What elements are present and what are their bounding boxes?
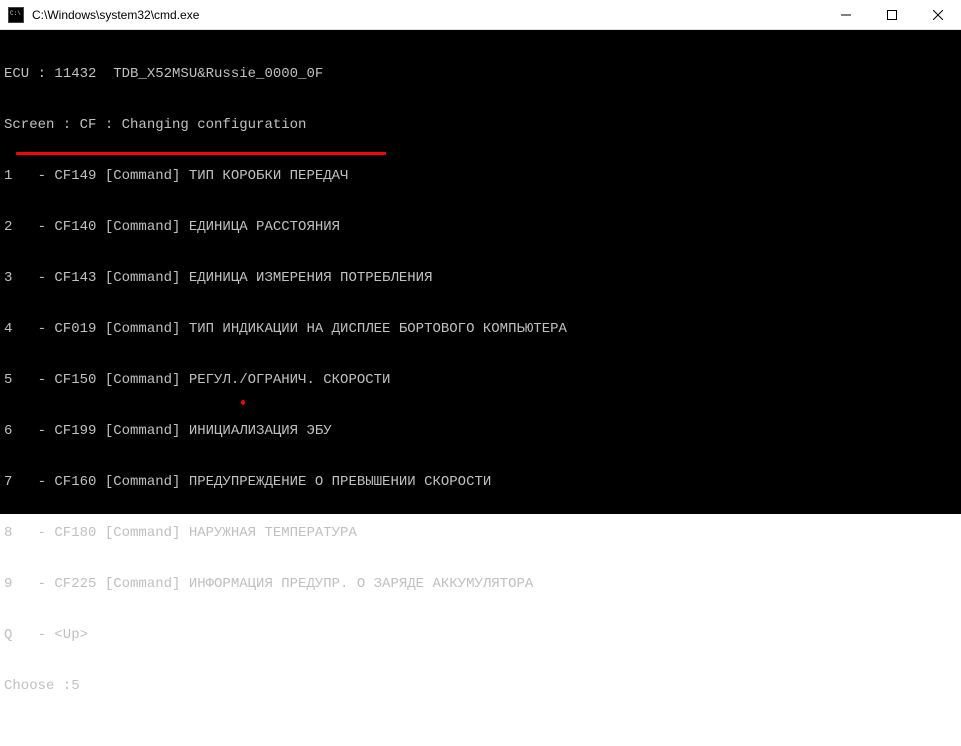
highlight-underline [16, 152, 386, 155]
ecu-line: ECU : 11432 TDB_X52MSU&Russie_0000_0F [4, 66, 957, 83]
menu-item: 7 - CF160 [Command] ПРЕДУПРЕЖДЕНИЕ О ПРЕ… [4, 474, 957, 491]
maximize-button[interactable] [869, 0, 915, 29]
window-controls [823, 0, 961, 29]
choose-prompt: Choose :5 [4, 678, 957, 695]
menu-item: 9 - CF225 [Command] ИНФОРМАЦИЯ ПРЕДУПР. … [4, 576, 957, 593]
terminal-output[interactable]: ECU : 11432 TDB_X52MSU&Russie_0000_0F Sc… [0, 30, 961, 514]
menu-item: 5 - CF150 [Command] РЕГУЛ./ОГРАНИЧ. СКОР… [4, 372, 957, 389]
menu-item: 1 - CF149 [Command] ТИП КОРОБКИ ПЕРЕДАЧ [4, 168, 957, 185]
minimize-button[interactable] [823, 0, 869, 29]
menu-item: 6 - CF199 [Command] ИНИЦИАЛИЗАЦИЯ ЭБУ [4, 423, 957, 440]
window-title: C:\Windows\system32\cmd.exe [32, 8, 823, 22]
menu-item: 2 - CF140 [Command] ЕДИНИЦА РАССТОЯНИЯ [4, 219, 957, 236]
menu-item: 4 - CF019 [Command] ТИП ИНДИКАЦИИ НА ДИС… [4, 321, 957, 338]
close-button[interactable] [915, 0, 961, 29]
screen-line: Screen : CF : Changing configuration [4, 117, 957, 134]
menu-item: 3 - CF143 [Command] ЕДИНИЦА ИЗМЕРЕНИЯ ПО… [4, 270, 957, 287]
menu-item-up: Q - <Up> [4, 627, 957, 644]
annotation-dot [241, 400, 245, 405]
window-titlebar: C:\Windows\system32\cmd.exe [0, 0, 961, 30]
cmd-app-icon [8, 7, 24, 23]
menu-item: 8 - CF180 [Command] НАРУЖНАЯ ТЕМПЕРАТУРА [4, 525, 957, 542]
